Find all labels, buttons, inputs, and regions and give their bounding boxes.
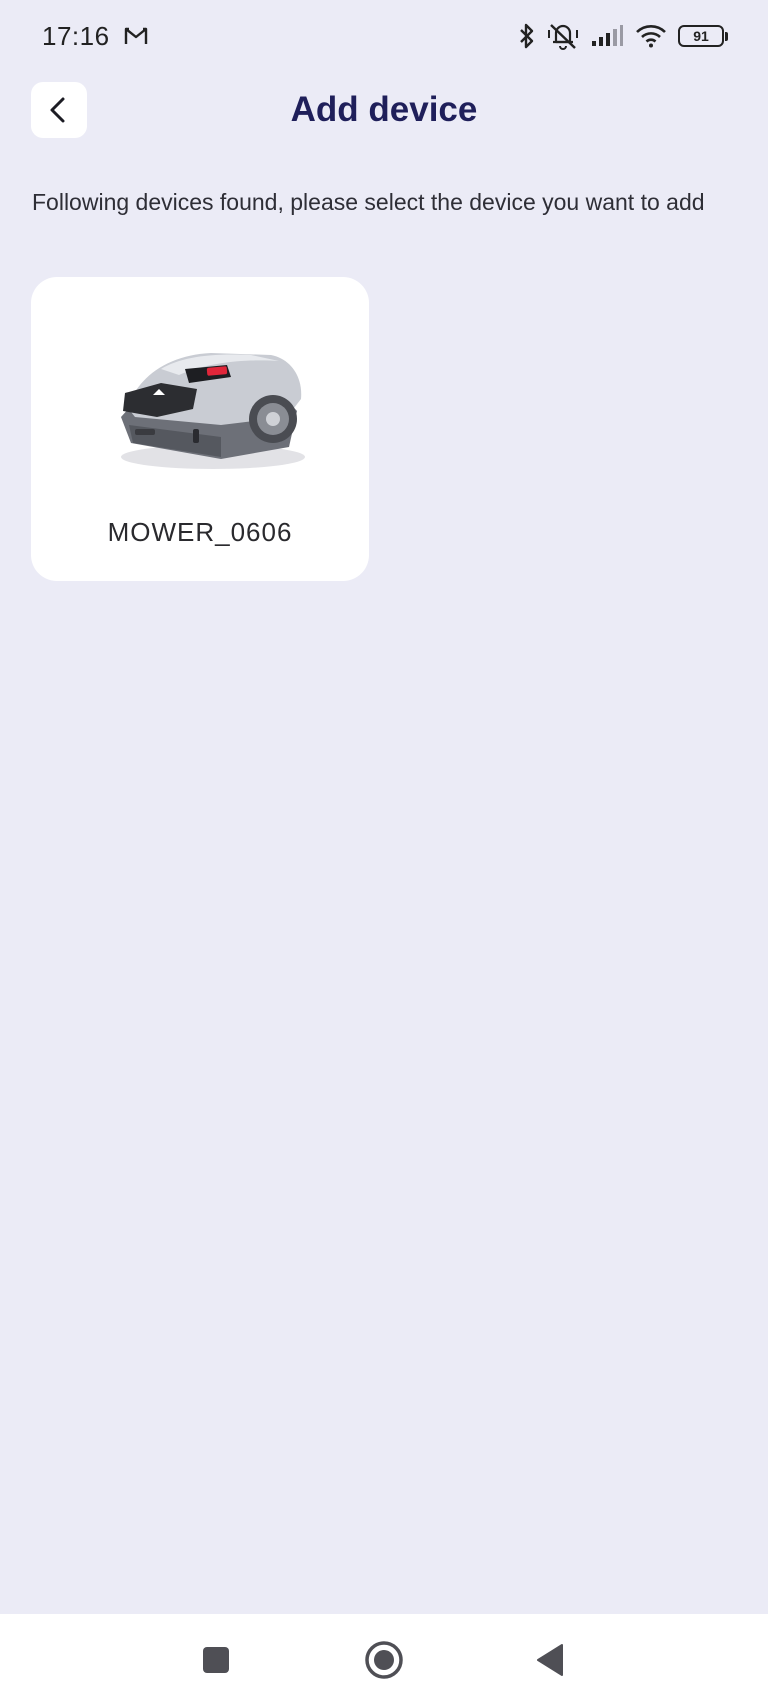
robot-mower-image	[121, 353, 305, 469]
status-left: 17:16	[42, 21, 148, 52]
battery-icon: 91	[678, 25, 728, 47]
triangle-back-icon	[537, 1644, 563, 1676]
device-name: MOWER_0606	[107, 517, 293, 547]
status-bar: 17:16 91	[0, 0, 768, 72]
navigation-bar	[0, 1614, 768, 1707]
instructions-text: Following devices found, please select t…	[32, 189, 705, 215]
status-right: 91	[518, 22, 728, 50]
gmail-icon	[124, 26, 148, 46]
status-time: 17:16	[42, 20, 110, 51]
nav-home-button[interactable]	[362, 1638, 406, 1682]
header: Add device	[0, 82, 768, 140]
nav-back-button[interactable]	[532, 1640, 568, 1680]
device-card[interactable]: MOWER_0606	[31, 277, 369, 581]
square-icon	[203, 1647, 229, 1673]
nav-recents-button[interactable]	[198, 1642, 234, 1678]
battery-tip	[725, 31, 728, 41]
add-device-screen: 17:16 91 Add device Following devices fo…	[0, 0, 768, 1707]
battery-level: 91	[678, 25, 724, 47]
circle-icon	[365, 1641, 403, 1679]
page-title: Add device	[290, 90, 478, 129]
signal-icon	[590, 24, 624, 48]
vibrate-off-icon	[546, 22, 580, 50]
bluetooth-icon	[518, 22, 536, 50]
wifi-icon	[634, 23, 668, 49]
